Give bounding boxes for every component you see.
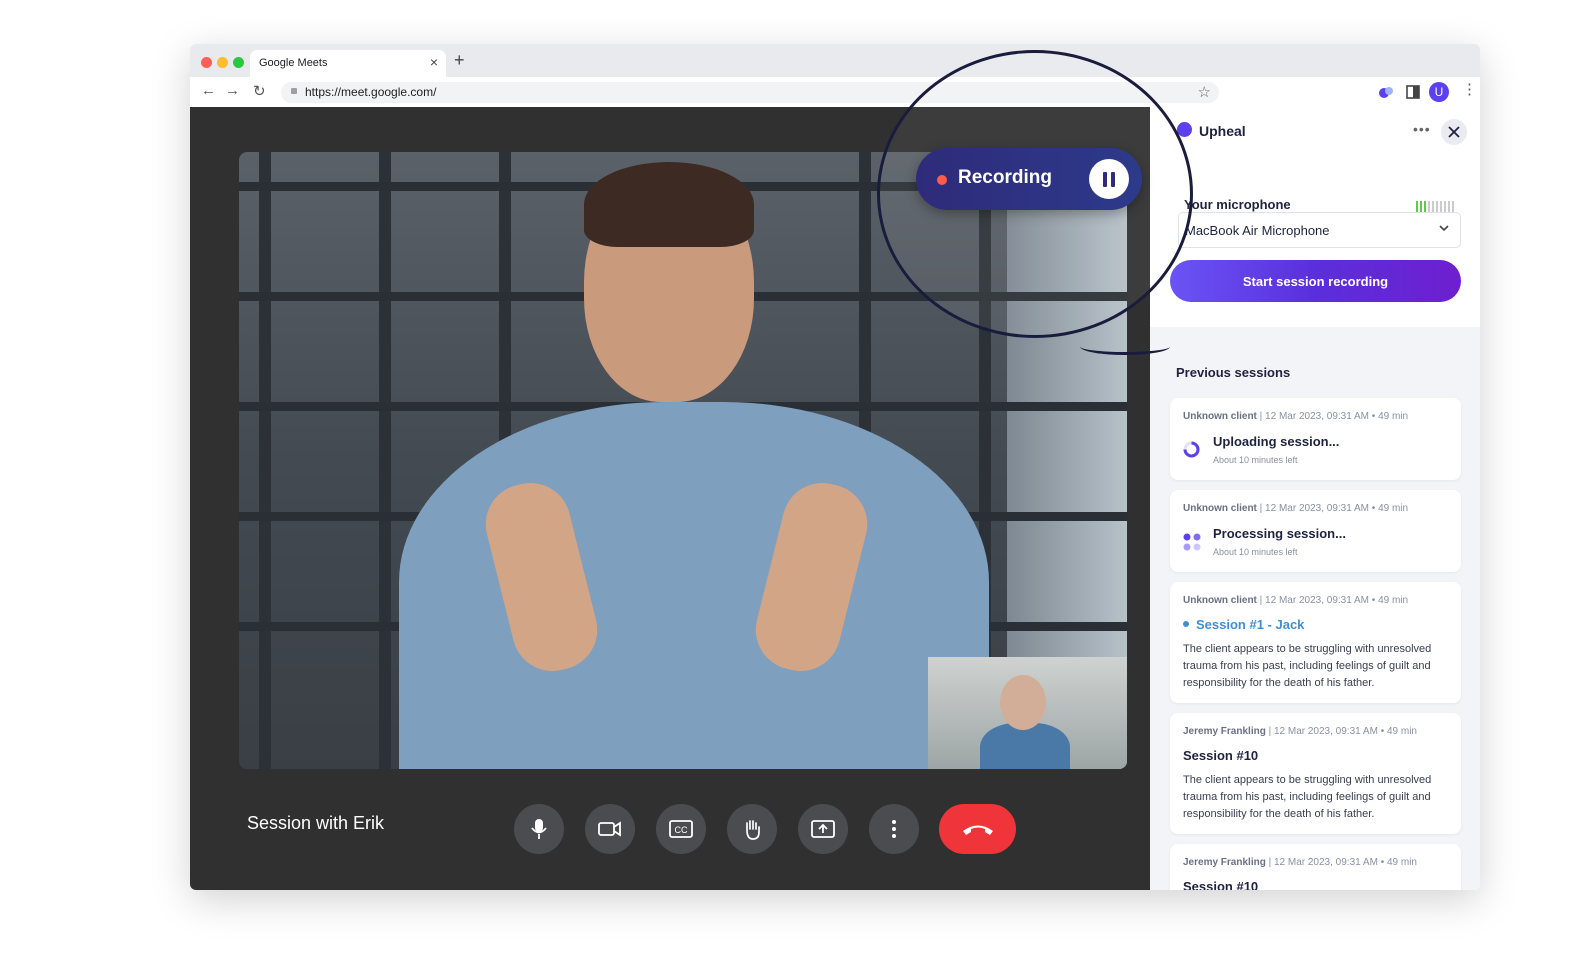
pause-icon [1103,171,1107,187]
close-window-button[interactable] [201,57,212,68]
chevron-down-icon [1439,225,1449,232]
hand-icon [746,820,760,840]
url-text: https://meet.google.com/ [305,85,437,99]
session-status-subtitle: About 10 minutes left [1213,547,1298,557]
raise-hand-button[interactable] [727,804,777,854]
uploading-spinner-icon [1183,441,1200,458]
panel-header: Upheal ••• [1150,107,1480,157]
profile-avatar[interactable]: U [1429,82,1449,102]
lock-icon [291,88,297,94]
new-session-dot [1183,621,1189,627]
more-options-button[interactable] [869,804,919,854]
session-card[interactable]: Unknown client | 12 Mar 2023, 09:31 AM •… [1170,582,1461,703]
back-icon[interactable]: ← [201,82,216,99]
processing-dots-icon [1183,533,1201,551]
previous-sessions-heading: Previous sessions [1176,365,1291,380]
session-title: Session #10 [1183,748,1259,763]
address-bar: ← → ↻ https://meet.google.com/ ☆ U ⋮ [190,77,1480,108]
session-meta: | 12 Mar 2023, 09:31 AM • 49 min [1256,595,1409,606]
meeting-title: Session with Erik [247,813,385,833]
session-client: Unknown client [1183,595,1257,606]
hang-up-icon [962,825,993,835]
session-meta: | 12 Mar 2023, 09:31 AM • 49 min [1256,411,1409,422]
captions-button[interactable]: CC [656,804,706,854]
recording-badge: Recording [916,148,1142,210]
session-meta: | 12 Mar 2023, 09:31 AM • 49 min [1256,503,1409,514]
session-card[interactable]: Unknown client | 12 Mar 2023, 09:31 AM •… [1170,490,1461,572]
reload-icon[interactable]: ↻ [253,82,266,100]
present-screen-icon [811,820,835,838]
session-client: Unknown client [1183,503,1257,514]
end-call-button[interactable] [939,804,1016,854]
side-panel-icon[interactable] [1406,85,1420,99]
present-screen-button[interactable] [798,804,848,854]
recording-label: Recording [958,167,1052,188]
pause-recording-button[interactable] [1089,159,1129,199]
start-session-recording-button[interactable]: Start session recording [1170,260,1461,302]
microphone-icon [531,819,547,839]
session-summary: The client appears to be struggling with… [1183,774,1432,820]
new-tab-icon[interactable]: + [454,50,465,71]
more-horizontal-icon[interactable]: ••• [1413,121,1431,137]
forward-icon[interactable]: → [225,82,240,99]
microphone-select[interactable]: MacBook Air Microphone [1178,212,1461,248]
minimize-window-button[interactable] [217,57,228,68]
tab-close-icon[interactable]: × [430,54,438,70]
camera-button[interactable] [585,804,635,854]
session-summary: The client appears to be struggling with… [1183,643,1432,689]
svg-text:CC: CC [675,825,688,835]
session-card[interactable]: Jeremy Frankling | 12 Mar 2023, 09:31 AM… [1170,844,1461,890]
close-icon [1448,126,1460,138]
maximize-window-button[interactable] [233,57,244,68]
microphone-label: Your microphone [1184,197,1291,212]
session-title-link[interactable]: Session #1 - Jack [1196,617,1304,632]
browser-menu-icon[interactable]: ⋮ [1462,80,1477,98]
upheal-extension-icon[interactable] [1378,85,1394,99]
session-client: Unknown client [1183,411,1257,422]
session-client: Jeremy Frankling [1183,857,1266,868]
session-status-title: Uploading session... [1213,434,1340,449]
captions-icon: CC [669,820,693,838]
browser-tab[interactable]: Google Meets × [250,50,446,77]
session-card[interactable]: Unknown client | 12 Mar 2023, 09:31 AM •… [1170,398,1461,480]
session-meta: | 12 Mar 2023, 09:31 AM • 49 min [1265,857,1417,868]
session-meta: | 12 Mar 2023, 09:31 AM • 49 min [1265,726,1417,737]
microphone-section: Your microphone MacBook Air Microphone S… [1150,157,1480,327]
close-panel-button[interactable] [1441,119,1467,145]
microphone-button[interactable] [514,804,564,854]
camera-icon [598,821,621,837]
session-card[interactable]: Jeremy Frankling | 12 Mar 2023, 09:31 AM… [1170,713,1461,834]
zoom-callout-tail [1080,338,1170,355]
recording-dot-icon [937,175,947,185]
more-vertical-icon [892,820,896,838]
microphone-select-value: MacBook Air Microphone [1185,223,1330,238]
session-status-subtitle: About 10 minutes left [1213,455,1298,465]
participant-body [399,402,989,769]
session-client: Jeremy Frankling [1183,726,1266,737]
browser-window: Google Meets × + ← → ↻ https://meet.goog… [190,44,1480,890]
bookmark-star-icon[interactable]: ☆ [1198,83,1211,101]
session-status-title: Processing session... [1213,526,1346,541]
upheal-side-panel: Upheal ••• Your microphone MacBook Air M… [1150,107,1480,890]
session-title: Session #10 [1183,879,1259,890]
tab-bar: Google Meets × + [190,44,1480,77]
panel-title: Upheal [1199,123,1246,139]
self-view-tile[interactable] [928,657,1127,769]
tab-title: Google Meets [259,57,328,69]
